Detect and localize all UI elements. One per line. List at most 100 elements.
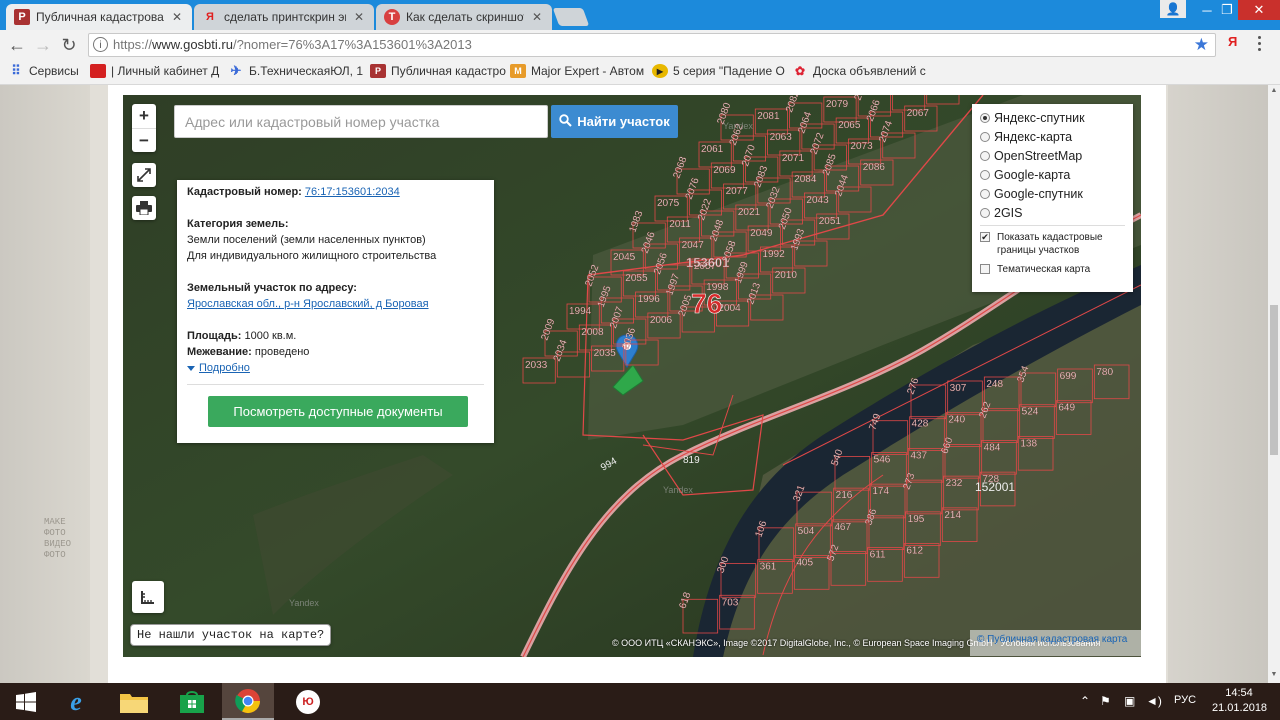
bookmark-star-icon[interactable]: ★ [1194, 35, 1209, 55]
bookmark-major[interactable]: M Major Expert - Автом [510, 64, 644, 78]
parcel-number-label: 703 [722, 597, 739, 608]
radio-icon[interactable] [980, 207, 990, 218]
bookmark-cabinet[interactable]: | Личный кабинет Д [90, 64, 219, 78]
cadastral-search-input[interactable] [174, 105, 548, 138]
close-icon[interactable]: ✕ [530, 10, 544, 24]
network-icon[interactable]: ▣ [1124, 694, 1135, 708]
browser-tab-strip: Р Публичная кадастровая ✕ Я сделать прин… [0, 0, 1280, 30]
flag-icon[interactable]: ⚑ [1100, 694, 1111, 708]
radio-icon[interactable] [980, 169, 990, 180]
parcel-number-label: 216 [836, 490, 853, 501]
windows-icon[interactable] [0, 683, 52, 720]
store-icon[interactable] [166, 683, 218, 720]
menu-icon[interactable] [1258, 36, 1262, 54]
url-text: https://www.gosbti.ru/?nomer=76%3A17%3A1… [113, 37, 472, 52]
parcel-number-label: 1992 [762, 249, 785, 260]
rosreestr-icon: Р [370, 64, 386, 78]
system-clock[interactable]: 14:54 21.01.2018 [1212, 686, 1267, 716]
parcel-number-label: 2069 [713, 165, 736, 176]
layer-google-map[interactable]: Google-карта [980, 165, 1125, 184]
reload-icon[interactable]: ↻ [58, 34, 80, 56]
layer-label: OpenStreetMap [994, 148, 1083, 163]
layer-label: Яндекс-карта [994, 129, 1073, 144]
layer-openstreetmap[interactable]: OpenStreetMap [980, 146, 1125, 165]
bookmark-technical[interactable]: ✈ Б.ТехническаяЮЛ, 1 [228, 63, 363, 78]
user-profile-icon[interactable]: 👤 [1160, 0, 1186, 18]
ie-icon[interactable]: e [50, 683, 102, 720]
tab-public-cadastral[interactable]: Р Публичная кадастровая ✕ [6, 4, 192, 30]
stamp-line: ФОТО [44, 528, 66, 538]
not-found-link[interactable]: Не нашли участок на карте? [130, 624, 332, 646]
new-tab-button[interactable] [552, 8, 590, 26]
parcel-number-label: 2075 [657, 198, 680, 209]
layer-yandex-map[interactable]: Яндекс-карта [980, 127, 1125, 146]
layer-yandex-satellite[interactable]: Яндекс-спутник [980, 108, 1125, 127]
show-borders-option[interactable]: ✔ Показать кадастровые границы участков [980, 231, 1125, 257]
back-icon[interactable]: ← [6, 34, 28, 56]
survey-label: Межевание: [187, 346, 252, 358]
map-layers-panel: Яндекс-спутник Яндекс-карта OpenStreetMa… [972, 104, 1133, 292]
radio-icon[interactable] [980, 112, 990, 123]
search-icon [559, 113, 572, 130]
yandex-extension-icon[interactable]: Я [1228, 34, 1237, 49]
find-plot-button[interactable]: Найти участок [551, 105, 678, 138]
zoom-out-button[interactable]: − [132, 128, 156, 153]
bookmark-series[interactable]: ▶ 5 серия "Падение О [652, 64, 785, 78]
checkbox-icon[interactable] [980, 264, 990, 274]
close-icon[interactable]: ✕ [170, 10, 184, 24]
bookmark-services[interactable]: ⠿ Сервисы [8, 63, 78, 78]
thematic-map-option[interactable]: Тематическая карта [980, 263, 1125, 276]
folder-icon[interactable] [108, 683, 160, 720]
fullscreen-icon[interactable] [132, 163, 156, 187]
language-indicator[interactable]: РУС [1174, 694, 1196, 706]
parcel-number-label: 174 [872, 486, 889, 497]
cadastral-number-label: Кадастровый номер: [187, 186, 302, 198]
forward-icon[interactable]: → [32, 34, 54, 56]
bookmark-label: | Личный кабинет Д [111, 64, 220, 78]
public-cadastral-map-link[interactable]: © Публичная кадастровая карта [977, 634, 1127, 645]
tab-title: Как сделать скриншот [406, 10, 524, 24]
tray-chevron-icon[interactable]: ⌃ [1080, 694, 1090, 708]
windows-taskbar: e Ю ⌃ ⚑ ▣ ◄) РУС [0, 683, 1280, 720]
land-usage-value: Для индивидуального жилищного строительс… [187, 250, 437, 262]
info-icon[interactable]: i [93, 37, 108, 52]
ruler-icon[interactable] [132, 581, 164, 613]
cabinet-icon [90, 64, 106, 78]
address-bar[interactable]: i https://www.gosbti.ru/?nomer=76%3A17%3… [88, 33, 1216, 57]
scroll-down-icon[interactable]: ▼ [1270, 671, 1278, 678]
layer-google-satellite[interactable]: Google-спутник [980, 184, 1125, 203]
print-icon[interactable] [132, 196, 156, 220]
scroll-up-icon[interactable]: ▲ [1270, 87, 1278, 94]
radio-icon[interactable] [980, 188, 990, 199]
yandex-watermark: Yandex [663, 485, 693, 495]
layer-2gis[interactable]: 2GIS [980, 203, 1125, 222]
volume-icon[interactable]: ◄) [1146, 694, 1162, 708]
checkbox-checked-icon[interactable]: ✔ [980, 232, 990, 242]
page-scrollbar[interactable]: ▲ ▼ [1268, 85, 1280, 683]
parcel-number-label: 2055 [625, 273, 648, 284]
radio-icon[interactable] [980, 150, 990, 161]
bookmark-cadastral[interactable]: Р Публичная кадастро [370, 64, 506, 78]
chevron-down-icon [187, 365, 195, 371]
parcel-number-label: 405 [796, 558, 813, 569]
zoom-in-button[interactable]: + [132, 104, 156, 128]
view-documents-button[interactable]: Посмотреть доступные документы [208, 396, 468, 427]
yu-icon[interactable]: Ю [282, 683, 334, 720]
layer-label: Google-спутник [994, 186, 1083, 201]
tab-printscreen-search[interactable]: Я сделать принтскрин экр ✕ [194, 4, 374, 30]
parcel-number-label: 1996 [638, 294, 661, 305]
parcel-number-label: 2035 [594, 348, 617, 359]
close-icon[interactable]: ✕ [352, 10, 366, 24]
scroll-thumb[interactable] [1270, 305, 1278, 455]
details-toggle[interactable]: Подробно [187, 360, 484, 376]
close-window-icon[interactable]: ✕ [1238, 0, 1280, 20]
address-link[interactable]: Ярославская обл., р-н Ярославский, д Бор… [187, 296, 484, 312]
tab-how-to-screenshot[interactable]: T Как сделать скриншот ✕ [376, 4, 552, 30]
chrome-icon[interactable] [222, 683, 274, 720]
yandex-watermark: Yandex [723, 121, 753, 131]
radio-icon[interactable] [980, 131, 990, 142]
bookmark-board[interactable]: ✿ Доска объявлений с [792, 64, 926, 78]
parcel-number-label: 2063 [770, 132, 793, 143]
cadastral-number-link[interactable]: 76:17:153601:2034 [305, 186, 400, 198]
parcel-number-label: 232 [946, 478, 963, 489]
